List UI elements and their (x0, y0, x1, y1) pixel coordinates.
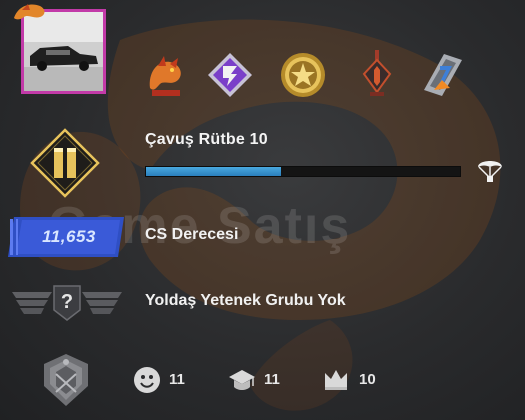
rank-title: Çavuş Rütbe 10 (145, 131, 268, 148)
silver-blue-7-medal-icon[interactable] (416, 50, 466, 100)
friendly-count: 11 (169, 371, 185, 388)
red-sword-pin-icon[interactable] (352, 48, 402, 98)
crown-leader-icon[interactable] (322, 365, 350, 393)
gold-star-coin-icon[interactable] (278, 50, 328, 100)
service-medal-crest-icon[interactable] (38, 352, 94, 408)
skill-group-label: Yoldaş Yetenek Grubu Yok (145, 292, 346, 309)
rank-chevron-emblem-icon (30, 128, 100, 198)
cs-rating-label: CS Derecesi (145, 226, 239, 243)
graduation-cap-teacher-icon[interactable] (228, 366, 256, 394)
skill-group-symbol: ? (61, 291, 73, 313)
cs-rating-value: 11,653 (42, 227, 96, 246)
skill-group-wings-icon: ? (12, 285, 122, 321)
teacher-count: 11 (264, 371, 280, 388)
xp-progress-bar (145, 166, 461, 177)
smiley-friendly-icon[interactable] (133, 366, 161, 394)
avatar-car-image (24, 12, 103, 91)
dragon-corner-badge-icon (14, 4, 45, 20)
purple-3-medal-icon[interactable] (205, 50, 255, 100)
xp-progress-fill (146, 167, 281, 176)
dragon-medal-icon[interactable] (140, 50, 190, 100)
leader-count: 10 (359, 371, 376, 388)
parachute-icon[interactable] (475, 155, 505, 185)
